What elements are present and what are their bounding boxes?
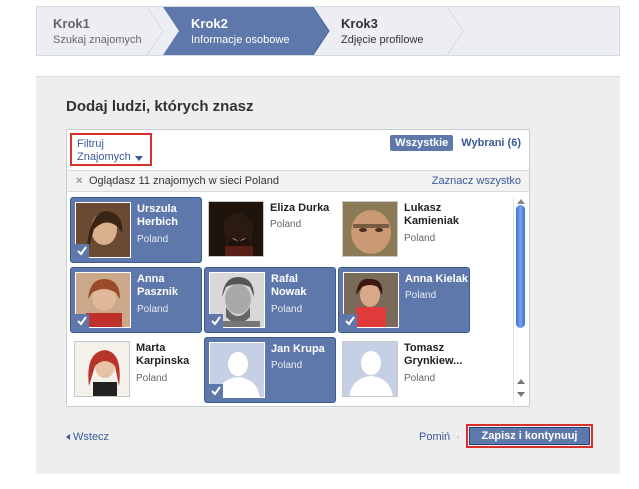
tab-all[interactable]: Wszystkie — [390, 135, 454, 151]
page-title: Dodaj ludzi, których znasz — [66, 98, 254, 115]
friend-card[interactable]: Rafal Nowak Poland — [204, 267, 336, 333]
filter-value[interactable]: Znajomych — [77, 151, 150, 164]
friend-last-name: Herbich — [137, 216, 178, 228]
step-1[interactable]: Krok1 Szukaj znajomych — [53, 7, 142, 55]
friend-first-name: Lukasz — [404, 202, 442, 214]
back-link[interactable]: Wstecz — [66, 431, 109, 443]
filter-value-text: Znajomych — [77, 151, 131, 163]
friend-last-name: Grynkiew... — [404, 355, 463, 367]
filter-dropdown[interactable]: Filtruj Znajomych — [70, 133, 152, 166]
select-all-link[interactable]: Zaznacz wszystko — [432, 175, 521, 187]
step-3[interactable]: Krok3 Zdjęcie profilowe — [341, 7, 424, 55]
friend-network: Poland — [271, 304, 303, 315]
friend-network: Poland — [405, 290, 437, 301]
step-1-subtitle: Szukaj znajomych — [53, 34, 142, 46]
chevron-down-icon — [134, 155, 143, 161]
friend-card[interactable]: Marta Karpinska Poland — [70, 337, 202, 403]
checkmark-icon — [209, 384, 223, 398]
friend-name: Rafal Nowak — [271, 273, 335, 299]
tab-selected[interactable]: Wybrani (6) — [461, 137, 521, 149]
avatar — [208, 201, 264, 257]
friend-network: Poland — [136, 373, 168, 384]
friend-last-name: Kamieniak — [404, 215, 460, 227]
step-2[interactable]: Krok2 Informacje osobowe — [191, 7, 289, 55]
step-2-subtitle: Informacje osobowe — [191, 34, 290, 46]
friend-network: Poland — [404, 373, 436, 384]
avatar — [342, 201, 398, 257]
friend-first-name: Marta — [136, 342, 166, 354]
avatar-placeholder — [342, 341, 398, 397]
scrollbar-thumb[interactable] — [516, 205, 525, 328]
friend-first-name: Urszula — [137, 203, 177, 215]
view-tabs: Wszystkie Wybrani (6) — [390, 135, 521, 151]
friend-first-name: Jan Krupa — [271, 343, 325, 355]
friend-card[interactable]: Lukasz Kamieniak Poland — [338, 197, 470, 263]
close-icon[interactable]: × — [76, 175, 82, 187]
friend-first-name: Rafal — [271, 273, 298, 285]
checkmark-icon — [75, 244, 89, 258]
info-message: Oglądasz 11 znajomych w sieci Poland — [89, 175, 279, 187]
chevron-left-icon — [66, 434, 70, 440]
friend-name: Tomasz Grynkiew... — [404, 342, 468, 368]
scroll-down-arrow-icon[interactable] — [517, 392, 525, 397]
friend-name: Jan Krupa — [271, 343, 335, 356]
step-3-title: Krok3 — [341, 16, 378, 31]
friend-network: Poland — [270, 219, 302, 230]
friend-name: Eliza Durka — [270, 202, 334, 215]
friend-first-name: Anna — [137, 273, 165, 285]
friend-name: Anna Pasznik — [137, 273, 201, 299]
skip-link[interactable]: Pomiń — [419, 431, 450, 443]
friend-first-name: Anna Kielak — [405, 273, 468, 285]
step-1-title: Krok1 — [53, 16, 90, 31]
scroll-up-icon[interactable] — [517, 199, 525, 204]
save-continue-button[interactable]: Zapisz i kontynuuj — [469, 427, 590, 445]
scroll-up-arrow-icon[interactable] — [517, 379, 525, 384]
save-button-highlight: Zapisz i kontynuuj — [466, 424, 593, 448]
friend-name: Anna Kielak — [405, 273, 469, 286]
checkmark-icon — [75, 314, 89, 328]
filter-label: Filtruj — [77, 138, 104, 150]
friend-name: Marta Karpinska — [136, 342, 200, 368]
friend-network: Poland — [137, 304, 169, 315]
friend-name: Urszula Herbich — [137, 203, 201, 229]
scrollbar[interactable] — [513, 197, 527, 404]
friend-network: Poland — [404, 233, 436, 244]
step-2-title: Krok2 — [191, 16, 228, 31]
main-panel: Dodaj ludzi, których znasz Filtruj Znajo… — [36, 76, 620, 474]
friend-first-name: Eliza Durka — [270, 202, 330, 214]
checkmark-icon — [209, 314, 223, 328]
friend-first-name: Tomasz — [404, 342, 445, 354]
friend-last-name: Pasznik — [137, 286, 178, 298]
friends-grid: Urszula Herbich Poland Eliza Durka Polan… — [70, 197, 510, 404]
friend-card[interactable]: Eliza Durka Poland — [204, 197, 336, 263]
back-link-text: Wstecz — [73, 431, 110, 443]
separator: · — [456, 431, 460, 443]
friend-network: Poland — [271, 360, 303, 371]
checkmark-icon — [343, 314, 357, 328]
friend-card[interactable]: Tomasz Grynkiew... Poland — [338, 337, 470, 403]
friend-card[interactable]: Anna Pasznik Poland — [70, 267, 202, 333]
wizard-stepper: Krok1 Szukaj znajomych Krok2 Informacje … — [36, 6, 620, 56]
friend-card[interactable]: Anna Kielak Poland — [338, 267, 470, 333]
friend-network: Poland — [137, 234, 169, 245]
info-bar: × Oglądasz 11 znajomych w sieci Poland Z… — [67, 170, 529, 192]
friend-card[interactable]: Urszula Herbich Poland — [70, 197, 202, 263]
avatar — [74, 341, 130, 397]
step-3-subtitle: Zdjęcie profilowe — [341, 34, 424, 46]
friend-card[interactable]: Jan Krupa Poland — [204, 337, 336, 403]
friend-last-name: Karpinska — [136, 355, 190, 367]
friend-last-name: Nowak — [271, 286, 307, 298]
friend-name: Lukasz Kamieniak — [404, 202, 468, 228]
friend-selector: Filtruj Znajomych Wszystkie Wybrani (6) … — [66, 129, 530, 407]
